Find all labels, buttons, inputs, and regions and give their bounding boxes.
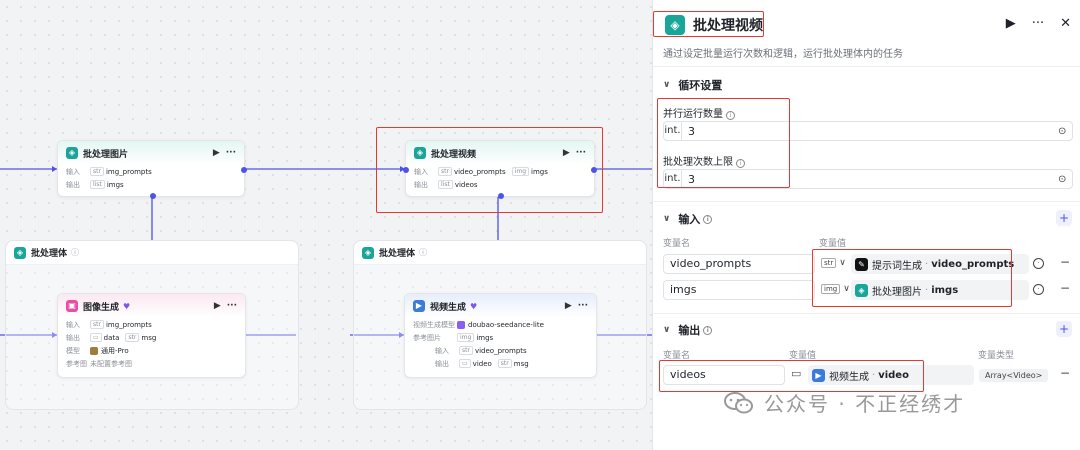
input-label: 输入 <box>66 320 80 329</box>
chevron-down-icon: ∨ <box>663 214 671 224</box>
image-icon: ▣ <box>66 300 78 312</box>
type-tag: str <box>90 320 104 329</box>
more-icon[interactable]: ··· <box>578 301 588 311</box>
input-label: 输入 <box>66 167 80 176</box>
output-value: data <box>103 333 120 342</box>
add-input-button[interactable]: + <box>1056 210 1072 226</box>
remove-input-icon[interactable]: − <box>1060 281 1070 295</box>
type-tag: str <box>497 359 512 368</box>
highlight-box <box>653 11 764 37</box>
input-value: video_prompts <box>474 346 527 355</box>
more-icon[interactable]: ··· <box>226 148 236 158</box>
input-var-name-field[interactable]: imgs <box>663 280 815 300</box>
bottom-handle[interactable] <box>150 193 156 199</box>
node-title: 视频生成 <box>430 302 467 313</box>
run-icon[interactable]: ▶ <box>214 301 221 311</box>
output-value: video <box>472 359 492 368</box>
panel-description: 通过设定批量运行次数和逻辑，运行批处理体内的任务 <box>663 49 903 60</box>
layers-icon: ◈ <box>362 246 374 259</box>
workflow-canvas[interactable]: ◈ 批处理图片 ▶ ··· 输入 str img_prompts 输出 list img… <box>0 0 652 450</box>
output-value: imgs <box>106 180 124 189</box>
ref-label: 参考图 <box>66 359 87 368</box>
ref-label: 参考图片 <box>413 333 441 342</box>
type-tag: str <box>125 333 140 342</box>
image-gen-node[interactable]: ▣ 图像生成 ♥ ▶ ··· 输入 str img_prompts 输出 ▭ data s… <box>57 293 246 378</box>
highlight-box <box>657 98 790 188</box>
input-var-name-field[interactable]: video_prompts <box>663 254 815 274</box>
stepper-icon[interactable]: ⊙ <box>1058 126 1072 137</box>
input-label: 输入 <box>435 346 449 355</box>
info-icon[interactable]: i <box>703 214 713 224</box>
section-title: 输出 <box>678 324 701 337</box>
ref-value: 未配置参考图 <box>90 359 132 368</box>
model-label: 视频生成模型 <box>413 320 455 329</box>
info-icon[interactable]: i <box>703 325 713 335</box>
stepper-icon[interactable]: ⊙ <box>1058 174 1072 185</box>
layers-icon: ◈ <box>14 246 26 259</box>
properties-panel: ◈ 批处理视频 ▶ ··· ✕ 通过设定批量运行次数和逻辑，运行批处理体内的任务… <box>652 0 1080 450</box>
shield-icon: ♥ <box>123 301 131 311</box>
model-icon <box>90 346 98 355</box>
layers-icon: ◈ <box>66 147 78 159</box>
input-section-toggle[interactable]: ∨ 输入 i <box>663 211 713 227</box>
model-value: doubao-seedance-lite <box>468 320 544 329</box>
model-label: 模型 <box>66 346 80 355</box>
output-value: msg <box>141 333 157 342</box>
run-icon[interactable]: ▶ <box>565 301 572 311</box>
section-title: 输入 <box>678 213 701 226</box>
chevron-down-icon: ∨ <box>663 80 671 90</box>
input-value: img_prompts <box>105 320 152 329</box>
wechat-icon <box>724 391 753 413</box>
type-tag: str <box>459 346 473 355</box>
output-label: 输出 <box>66 180 80 189</box>
type-tag: list <box>90 180 105 189</box>
close-icon[interactable]: ✕ <box>1060 16 1071 31</box>
column-name-label: 变量名 <box>663 239 691 249</box>
node-title: 批处理图片 <box>83 149 129 160</box>
watermark-text: 公众号 · 不正经绣才 <box>764 392 966 416</box>
ref-value: imgs <box>476 333 494 342</box>
run-icon[interactable]: ▶ <box>1006 16 1016 31</box>
image-type-icon: ▭ <box>90 333 102 342</box>
group-title: 批处理体 <box>379 249 416 259</box>
model-icon <box>457 320 465 329</box>
type-tag: img <box>457 333 475 342</box>
info-icon[interactable]: ⓘ <box>419 247 427 258</box>
node-title: 图像生成 <box>83 302 120 313</box>
column-type-label: 变量类型 <box>978 351 1015 361</box>
batch-images-node[interactable]: ◈ 批处理图片 ▶ ··· 输入 str img_prompts 输出 list img… <box>57 140 247 199</box>
remove-output-icon[interactable]: − <box>1060 366 1070 380</box>
highlight-box <box>812 249 1012 307</box>
info-icon[interactable]: ⓘ <box>71 247 79 258</box>
group-title: 批处理体 <box>31 249 68 259</box>
chevron-down-icon: ∨ <box>663 325 671 335</box>
type-tag: str <box>90 167 104 176</box>
section-title: 循环设置 <box>678 79 723 92</box>
variable-picker-icon[interactable]: · <box>1033 258 1044 269</box>
output-label: 输出 <box>66 333 80 342</box>
input-value: img_prompts <box>105 167 152 176</box>
output-type-badge: Array<Video> <box>979 369 1049 382</box>
remove-input-icon[interactable]: − <box>1060 255 1070 269</box>
loop-section-toggle[interactable]: ∨ 循环设置 <box>663 77 722 93</box>
output-value: msg <box>513 359 529 368</box>
run-icon[interactable]: ▶ <box>213 148 220 158</box>
shield-icon: ♥ <box>470 301 478 311</box>
watermark: 公众号 · 不正经绣才 <box>724 388 965 417</box>
video-icon: ▶ <box>413 300 425 312</box>
video-gen-node[interactable]: ▶ 视频生成 ♥ ▶ ··· 视频生成模型 doubao-seedance-lit… <box>404 293 597 378</box>
add-output-button[interactable]: + <box>1056 321 1072 337</box>
output-section-toggle[interactable]: ∨ 输出 i <box>663 322 713 338</box>
more-icon[interactable]: ··· <box>1032 16 1044 31</box>
output-label: 输出 <box>435 359 449 368</box>
video-type-icon: ▭ <box>459 359 471 368</box>
more-icon[interactable]: ··· <box>227 301 237 311</box>
model-value: 通用-Pro <box>101 346 129 355</box>
variable-picker-icon[interactable]: · <box>1033 284 1044 295</box>
output-handle[interactable] <box>241 167 247 173</box>
highlight-box <box>376 127 603 213</box>
column-value-label: 变量值 <box>819 239 847 249</box>
